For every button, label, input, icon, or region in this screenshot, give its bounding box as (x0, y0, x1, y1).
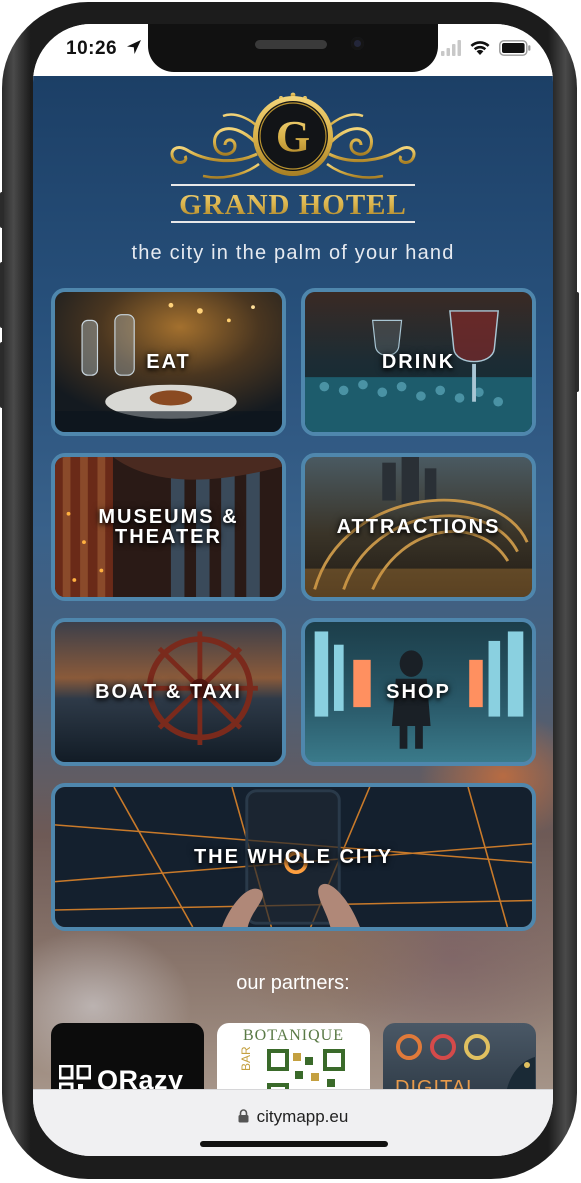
tile-eat[interactable]: EAT (51, 288, 286, 436)
volume-down-button (0, 342, 4, 408)
lock-icon (238, 1109, 249, 1123)
tile-museums-theater[interactable]: MUSEUMS & THEATER (51, 453, 286, 601)
partner-botanique-bar: BAR (239, 1046, 253, 1071)
grand-hotel-logo: G GRAND HOTEL (170, 92, 416, 223)
front-camera (351, 37, 364, 50)
app-content: G GRAND HOTEL the city in the palm of yo… (33, 76, 553, 1089)
speaker-grille (255, 40, 327, 49)
tile-label-boat-taxi: BOAT & TAXI (95, 681, 242, 703)
tile-drink[interactable]: DRINK (301, 288, 536, 436)
tile-label-eat: EAT (146, 351, 191, 373)
partner-qrazy[interactable]: QRazy (51, 1023, 204, 1089)
status-bar: 10:26 (33, 24, 553, 76)
tagline: the city in the palm of your hand (131, 242, 455, 264)
tile-label-museums-line1: MUSEUMS & (98, 506, 239, 528)
tile-label-attractions: ATTRACTIONS (336, 516, 501, 538)
partner-botanique[interactable]: BOTANIQUE BAR (217, 1023, 370, 1089)
screen: 10:26 G GRAND HOTEL the city in the palm… (33, 24, 553, 1156)
mute-switch (0, 192, 4, 228)
phone-frame: 10:26 G GRAND HOTEL the city in the palm… (0, 2, 579, 1179)
wifi-icon (470, 41, 490, 55)
url-text: citymapp.eu (256, 1107, 349, 1126)
url-display[interactable]: citymapp.eu (33, 1107, 553, 1127)
volume-up-button (0, 262, 4, 328)
location-arrow-icon (127, 40, 141, 54)
logo-name: GRAND HOTEL (179, 189, 407, 221)
power-button (575, 292, 579, 392)
tile-label-shop: SHOP (386, 681, 451, 703)
tile-attractions[interactable]: ATTRACTIONS (301, 453, 536, 601)
tile-whole-city[interactable]: THE WHOLE CITY (51, 783, 536, 931)
partner-qrazy-name: QRazy (97, 1065, 184, 1089)
digital-logo-icon (396, 1034, 490, 1060)
tile-shop[interactable]: SHOP (301, 618, 536, 766)
partner-botanique-name: BOTANIQUE (242, 1027, 345, 1044)
signal-icon (441, 40, 461, 56)
status-time: 10:26 (66, 38, 118, 59)
logo-monogram: G (276, 112, 310, 161)
home-indicator[interactable] (200, 1141, 388, 1147)
tile-label-museums-line2: THEATER (115, 526, 222, 548)
qrazy-qr-icon (59, 1065, 91, 1089)
tile-boat-taxi[interactable]: BOAT & TAXI (51, 618, 286, 766)
battery-icon (499, 40, 531, 56)
tile-label-drink: DRINK (381, 351, 456, 373)
bird-image (507, 1057, 535, 1089)
partner-digital-name: DIGITAL (395, 1077, 479, 1089)
partner-digital[interactable]: DIGITAL (383, 1023, 536, 1089)
browser-url-bar[interactable]: citymapp.eu (33, 1089, 553, 1156)
tile-label-museums-theater: MUSEUMS & THEATER (55, 457, 282, 597)
botanique-qr-icon (267, 1049, 345, 1089)
notch (148, 24, 438, 72)
tile-label-whole-city: THE WHOLE CITY (193, 846, 394, 868)
partners-title: our partners: (236, 972, 350, 994)
